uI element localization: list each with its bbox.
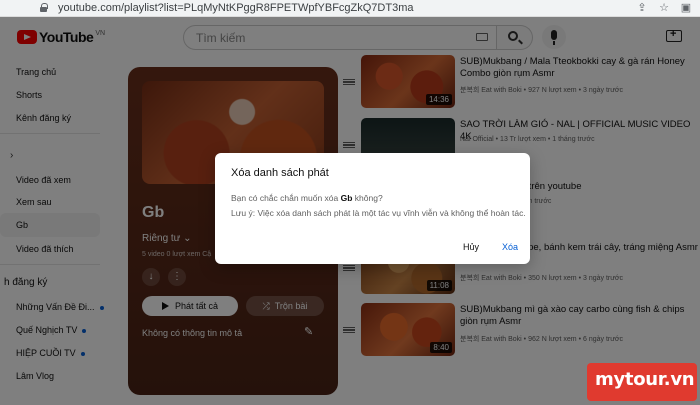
delete-button[interactable]: Xóa: [502, 242, 518, 252]
share-icon[interactable]: ⇪: [636, 2, 648, 14]
question-suffix: không?: [352, 193, 383, 203]
question-prefix: Bạn có chắc chắn muốn xóa: [231, 193, 341, 203]
browser-icons: ⇪ ☆ ▣: [636, 2, 692, 14]
dialog-note: Lưu ý: Việc xóa danh sách phát là một tá…: [231, 208, 526, 218]
dialog-title: Xóa danh sách phát: [231, 167, 329, 179]
playlist-name: Gb: [340, 193, 353, 203]
delete-playlist-dialog: Xóa danh sách phát Bạn có chắc chắn muốn…: [215, 153, 530, 264]
url-text[interactable]: youtube.com/playlist?list=PLqMyNtKPggR8F…: [58, 2, 414, 14]
star-icon[interactable]: ☆: [658, 2, 670, 14]
dialog-question: Bạn có chắc chắn muốn xóa Gb không?: [231, 193, 383, 203]
cancel-button[interactable]: Hủy: [463, 242, 479, 252]
watermark-text: mytour.vn: [595, 369, 695, 390]
browser-address-bar: youtube.com/playlist?list=PLqMyNtKPggR8F…: [0, 0, 700, 17]
extension-icon[interactable]: ▣: [680, 2, 692, 14]
lock-icon: [38, 3, 48, 13]
mytour-watermark-logo: mytour.vn: [587, 363, 697, 401]
